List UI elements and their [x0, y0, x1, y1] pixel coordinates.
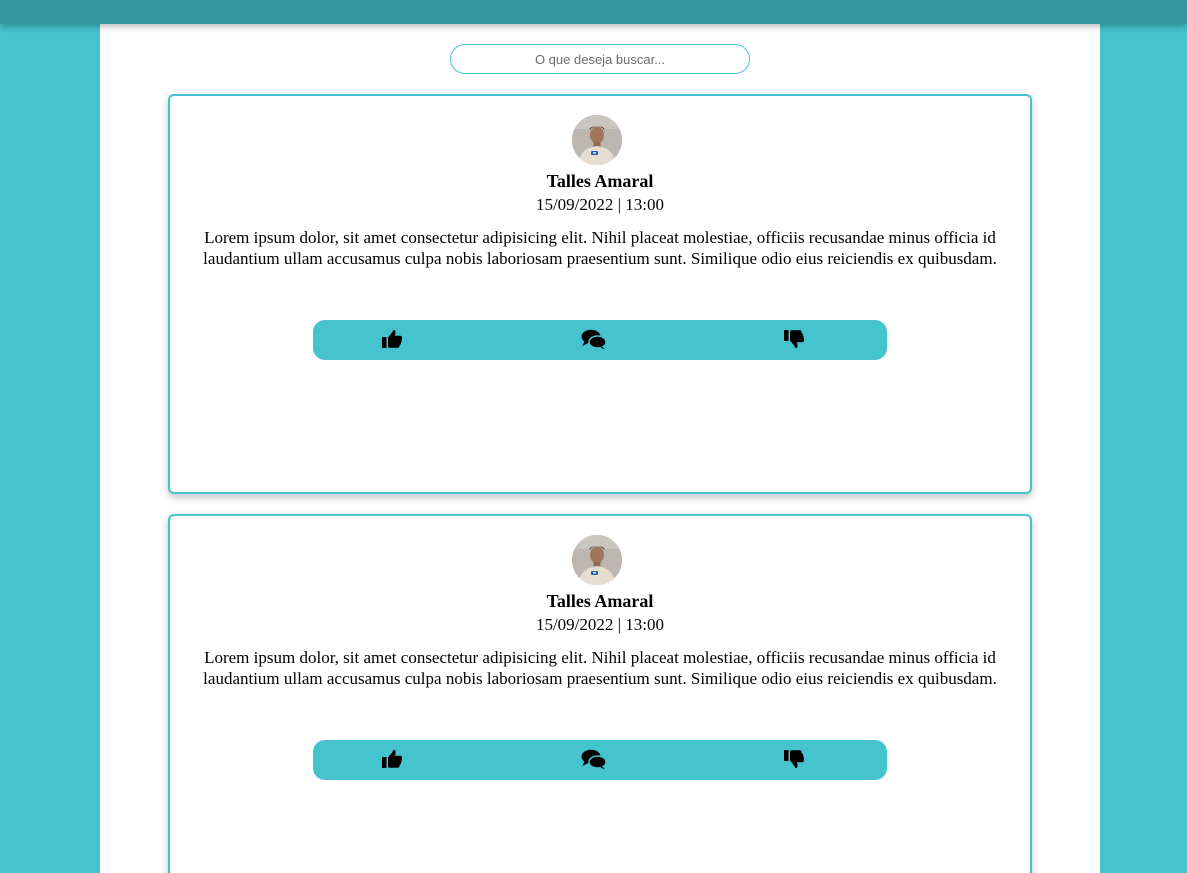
- thumbs-down-icon[interactable]: [783, 328, 807, 352]
- author-name: Talles Amaral: [546, 171, 654, 191]
- avatar[interactable]: [572, 535, 622, 585]
- post-text: Lorem ipsum dolor, sit amet consectetur …: [203, 228, 997, 268]
- post-action-bar: [313, 320, 887, 360]
- thumbs-up-icon[interactable]: [381, 748, 405, 772]
- post-action-bar: [313, 740, 887, 780]
- post-date: 15/09/2022 | 13:00: [535, 615, 665, 634]
- search-input[interactable]: [450, 44, 750, 74]
- post-text: Lorem ipsum dolor, sit amet consectetur …: [203, 648, 997, 688]
- comments-icon[interactable]: [581, 748, 607, 772]
- post-card: Talles Amaral 15/09/2022 | 13:00 Lorem i…: [168, 94, 1032, 494]
- thumbs-down-icon[interactable]: [783, 748, 807, 772]
- comments-icon[interactable]: [581, 328, 607, 352]
- top-navbar: [0, 0, 1187, 24]
- feed-panel: Talles Amaral 15/09/2022 | 13:00 Lorem i…: [100, 24, 1100, 873]
- post-date: 15/09/2022 | 13:00: [535, 195, 665, 214]
- avatar[interactable]: [572, 115, 622, 165]
- author-name: Talles Amaral: [546, 591, 654, 611]
- search-bar: [450, 44, 750, 74]
- post-card: Talles Amaral 15/09/2022 | 13:00 Lorem i…: [168, 514, 1032, 873]
- thumbs-up-icon[interactable]: [381, 328, 405, 352]
